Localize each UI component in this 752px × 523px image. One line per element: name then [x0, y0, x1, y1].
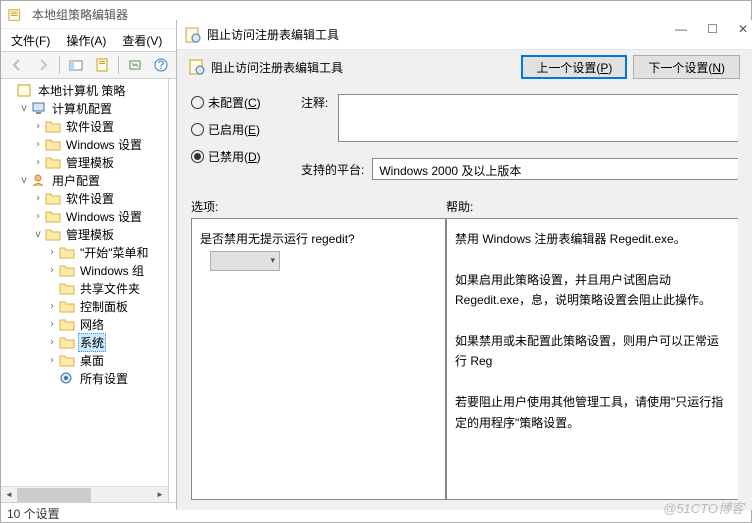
help-button[interactable]: ? — [149, 54, 173, 76]
separator — [59, 56, 60, 74]
folder-icon — [59, 353, 75, 367]
svg-text:?: ? — [158, 58, 165, 72]
folder-icon — [59, 335, 75, 349]
radio-disabled[interactable]: 已禁用(D) — [191, 148, 301, 165]
scroll-right-button[interactable]: ► — [152, 488, 168, 502]
menu-file[interactable]: 文件(F) — [5, 30, 56, 51]
lower-panels: 选项: 是否禁用无提示运行 regedit? ▾ 帮助: 禁用 Windows … — [191, 198, 738, 500]
menu-view[interactable]: 查看(V) — [116, 30, 168, 51]
tree-h-scrollbar[interactable]: ◄ ► — [1, 486, 168, 502]
help-paragraph: 禁用 Windows 注册表编辑器 Regedit.exe。 — [455, 229, 730, 249]
options-question: 是否禁用无提示运行 regedit? — [200, 232, 355, 246]
tree-software-settings-u[interactable]: ›软件设置 — [1, 189, 168, 207]
tree-windows-components[interactable]: ›Windows 组 — [1, 261, 168, 279]
config-radio-group: 未配置(C) 已启用(E) 已禁用(D) — [191, 94, 301, 165]
forward-button — [31, 54, 55, 76]
policy-icon — [17, 83, 33, 97]
tree-pane: 本地计算机 策略 v计算机配置 ›软件设置 ›Windows 设置 ›管理模板 … — [1, 79, 169, 502]
settings-icon — [59, 371, 75, 385]
help-paragraph: 若要阻止用户使用其他管理工具，请使用"只运行指定的用程序"策略设置。 — [455, 392, 730, 433]
options-label: 选项: — [191, 198, 446, 218]
tree-windows-settings-u[interactable]: ›Windows 设置 — [1, 207, 168, 225]
tree-admin-templates-u[interactable]: v管理模板 — [1, 225, 168, 243]
platform-value-box: Windows 2000 及以上版本 — [372, 158, 738, 180]
help-panel: 禁用 Windows 注册表编辑器 Regedit.exe。 如果启用此策略设置… — [446, 218, 738, 500]
window-controls: — ☐ ✕ — [675, 22, 748, 36]
chevron-down-icon: ▾ — [270, 253, 275, 268]
watermark: @51CTO博客 — [663, 498, 744, 517]
policy-item-icon — [185, 27, 201, 43]
comment-textbox[interactable] — [338, 94, 738, 142]
gpedit-icon — [7, 8, 23, 22]
tree-network[interactable]: ›网络 — [1, 315, 168, 333]
folder-icon — [45, 209, 61, 223]
tree-system[interactable]: ›系统 — [1, 333, 168, 351]
close-button[interactable]: ✕ — [738, 22, 748, 36]
folder-icon — [45, 137, 61, 151]
platform-label: 支持的平台: — [301, 161, 364, 178]
folder-icon — [45, 155, 61, 169]
back-button — [5, 54, 29, 76]
scroll-track[interactable] — [17, 488, 152, 502]
properties-button[interactable] — [90, 54, 114, 76]
help-paragraph: 如果禁用或未配置此策略设置，则用户可以正常运行 Reg — [455, 331, 730, 372]
folder-icon — [59, 281, 75, 295]
tree-user-config[interactable]: v用户配置 — [1, 171, 168, 189]
main-title: 本地组策略编辑器 — [32, 6, 128, 23]
folder-icon — [59, 263, 75, 277]
radio-enabled[interactable]: 已启用(E) — [191, 121, 301, 138]
user-icon — [31, 173, 47, 187]
show-hide-button[interactable] — [64, 54, 88, 76]
help-label: 帮助: — [446, 198, 738, 218]
tree-start-menu[interactable]: ›"开始"菜单和 — [1, 243, 168, 261]
tree-control-panel[interactable]: ›控制面板 — [1, 297, 168, 315]
filter-button[interactable] — [123, 54, 147, 76]
policy-item-icon — [189, 59, 205, 75]
folder-icon — [45, 191, 61, 205]
tree-computer-config[interactable]: v计算机配置 — [1, 99, 168, 117]
dialog-title-text: 阻止访问注册表编辑工具 — [207, 26, 339, 43]
tree-shared-folders[interactable]: 共享文件夹 — [1, 279, 168, 297]
folder-icon — [59, 299, 75, 313]
minimize-button[interactable]: — — [675, 22, 687, 36]
scroll-left-button[interactable]: ◄ — [1, 488, 17, 502]
computer-icon — [31, 101, 47, 115]
dialog-subtitle: 阻止访问注册表编辑工具 — [211, 59, 343, 76]
options-dropdown[interactable]: ▾ — [210, 251, 280, 271]
menu-action[interactable]: 操作(A) — [60, 30, 112, 51]
radio-not-configured[interactable]: 未配置(C) — [191, 94, 301, 111]
folder-icon — [59, 245, 75, 259]
tree-admin-templates[interactable]: ›管理模板 — [1, 153, 168, 171]
scroll-thumb[interactable] — [17, 488, 91, 502]
tree-windows-settings[interactable]: ›Windows 设置 — [1, 135, 168, 153]
comment-label: 注释: — [301, 94, 328, 142]
previous-setting-button[interactable]: 上一个设置(P) — [521, 55, 627, 79]
separator — [118, 56, 119, 74]
policy-setting-dialog: — ☐ ✕ 阻止访问注册表编辑工具 阻止访问注册表编辑工具 上一个设置(P) 下… — [176, 20, 752, 510]
policy-tree[interactable]: 本地计算机 策略 v计算机配置 ›软件设置 ›Windows 设置 ›管理模板 … — [1, 79, 168, 486]
tree-all-settings[interactable]: 所有设置 — [1, 369, 168, 387]
help-paragraph: 如果启用此策略设置，并且用户试图启动 Regedit.exe，息，说明策略设置会… — [455, 270, 730, 311]
next-setting-button[interactable]: 下一个设置(N) — [633, 55, 740, 79]
dialog-content: 未配置(C) 已启用(E) 已禁用(D) 注释: 支持的平台: Windows … — [177, 84, 752, 510]
maximize-button[interactable]: ☐ — [707, 22, 718, 36]
folder-icon — [45, 119, 61, 133]
folder-icon — [45, 227, 61, 241]
tree-root[interactable]: 本地计算机 策略 — [1, 81, 168, 99]
status-text: 10 个设置 — [7, 507, 60, 521]
tree-desktop[interactable]: ›桌面 — [1, 351, 168, 369]
folder-icon — [59, 317, 75, 331]
dialog-subheader: 阻止访问注册表编辑工具 上一个设置(P) 下一个设置(N) — [177, 50, 752, 84]
tree-software-settings[interactable]: ›软件设置 — [1, 117, 168, 135]
options-panel: 是否禁用无提示运行 regedit? ▾ — [191, 218, 446, 500]
dialog-titlebar[interactable]: 阻止访问注册表编辑工具 — [177, 20, 752, 50]
